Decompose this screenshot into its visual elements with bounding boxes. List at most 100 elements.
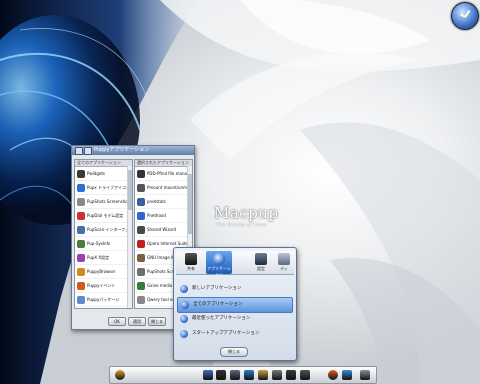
list-item[interactable]: Puppyパッケージ [75, 293, 132, 307]
firefox-icon[interactable] [328, 370, 338, 380]
app-icon [77, 267, 85, 276]
list-item[interactable]: PupDial モデム設定 [75, 209, 132, 223]
list-item-label: Pup-SysInfo [87, 241, 111, 246]
list-item-label: Opera Internet Suite [147, 241, 188, 246]
window-titlebar[interactable]: Puppyアプリケーション [72, 146, 194, 155]
printer-icon[interactable] [272, 370, 282, 380]
tab-share[interactable]: 共有 [178, 251, 204, 274]
list-item[interactable]: pnetstats [135, 195, 192, 209]
app-icon [77, 281, 85, 290]
list-item[interactable]: Pnethood [135, 209, 192, 223]
app-icon [77, 239, 85, 248]
app-icon [77, 295, 85, 304]
app-icon [77, 183, 85, 192]
menu-item-label: 全てのアプリケーション [193, 302, 243, 307]
tab-display[interactable]: ディ [276, 251, 292, 274]
brand-title: Macpup [214, 204, 279, 222]
camera-icon[interactable] [300, 370, 310, 380]
home-icon[interactable] [115, 370, 125, 380]
window-minimize-icon[interactable] [84, 147, 92, 155]
app-icon [137, 253, 145, 262]
list-item[interactable]: PupX X設定 [75, 251, 132, 265]
scroll-thumb[interactable] [188, 174, 192, 234]
ok-button[interactable]: OK [108, 317, 126, 326]
terminal-icon[interactable] [216, 370, 226, 380]
tab-label: アプリケーション [207, 266, 231, 277]
menu-close-button[interactable]: 閉じる [220, 347, 248, 357]
menu-tabbar: 共有 アプリケーション 設定 ディ [176, 251, 294, 277]
app-icon [77, 197, 85, 206]
share-icon [185, 253, 197, 265]
list-item-label: PDD-Pfind file manager [147, 171, 192, 176]
arrow-icon [180, 285, 188, 293]
menu-item-recent-apps[interactable]: 最近使ったアプリケーション [177, 312, 291, 326]
list-item-label: PupDial モデム設定 [87, 212, 124, 218]
network-icon[interactable] [244, 370, 254, 380]
list-item[interactable]: PDD-Pfind file manager [135, 167, 192, 181]
play-icon [213, 253, 225, 265]
app-icon [137, 239, 145, 248]
list-item-label: PuppyBrowser [87, 269, 116, 274]
list-item-label: Shared Wizard [147, 227, 176, 232]
tab-label: ディ [280, 266, 288, 271]
app-icon [137, 169, 145, 178]
all-apps-list[interactable]: 全てのアプリケーション Pwidgets Pupx ドライブアイコン PupShot… [74, 159, 133, 309]
list-item[interactable]: Pup-SysInfo [75, 237, 132, 251]
arrow-icon [180, 330, 188, 338]
tab-label: 設定 [257, 266, 265, 271]
clock-widget[interactable] [451, 2, 479, 30]
scroll-thumb[interactable] [128, 170, 132, 210]
list-item[interactable]: Puppyボッチーニ [75, 307, 132, 308]
list-item-label: Puppyパッケージ [87, 296, 120, 302]
all-apps-rows: Pwidgets Pupx ドライブアイコン PupShots Screenshot… [75, 167, 132, 308]
list-item-label: Pwidgets [87, 171, 105, 176]
close-button[interactable]: 閉じる [148, 317, 166, 326]
tab-label: 共有 [187, 266, 195, 271]
window-title: Puppyアプリケーション [94, 147, 150, 153]
list-item[interactable]: PupScan インターフェース [75, 223, 132, 237]
media-icon[interactable] [286, 370, 296, 380]
list-item[interactable]: Puppyイベント [75, 279, 132, 293]
list-item[interactable]: Pupx ドライブアイコン [75, 181, 132, 195]
app-icon [77, 169, 85, 178]
tab-applications[interactable]: アプリケーション [206, 251, 232, 277]
apply-button[interactable]: 適用 [128, 317, 146, 326]
list-item[interactable]: Pmount mount/unmount [135, 181, 192, 195]
monitor-icon[interactable] [230, 370, 240, 380]
selected-apps-header: 選択されたアプリケーション [135, 160, 192, 167]
list-item-label: PupX X設定 [87, 254, 110, 260]
list-item[interactable]: PuppyBrowser [75, 265, 132, 279]
list-item-label: PupShots Screenshot [87, 199, 130, 204]
folder-icon[interactable] [258, 370, 268, 380]
list-item-label: Pmount mount/unmount [147, 185, 192, 190]
list-item[interactable]: Pwidgets [75, 167, 132, 181]
dock [109, 366, 377, 384]
mail-icon[interactable] [342, 370, 352, 380]
menu-item-label: 新しいアプリケーション [192, 286, 242, 291]
all-apps-header: 全てのアプリケーション [75, 160, 132, 167]
display-icon [278, 253, 290, 265]
all-apps-scrollbar[interactable] [127, 166, 132, 308]
arrow-icon [181, 301, 189, 309]
menu-item-all-apps[interactable]: 全てのアプリケーション [177, 297, 293, 313]
menu-item-label: 最近使ったアプリケーション [192, 316, 251, 321]
app-icon [137, 183, 145, 192]
menu-item-new-apps[interactable]: 新しいアプリケーション [177, 282, 291, 296]
app-icon [137, 295, 145, 304]
list-item[interactable]: Shared Wizard [135, 223, 192, 237]
list-item-label: Puppyイベント [87, 282, 116, 288]
window-menu-icon[interactable] [75, 147, 83, 155]
app-icon [77, 211, 85, 220]
list-item-label: pnetstats [147, 199, 166, 204]
menu-item-label: スタートアップアプリケーション [192, 331, 260, 336]
app-icon [137, 267, 145, 276]
arrow-icon [180, 315, 188, 323]
app-icon [137, 225, 145, 234]
app-icon [137, 211, 145, 220]
tab-settings[interactable]: 設定 [248, 251, 274, 274]
app-icon [77, 225, 85, 234]
trash-icon[interactable] [360, 370, 370, 380]
apps-icon[interactable] [203, 370, 213, 380]
list-item[interactable]: PupShots Screenshot [75, 195, 132, 209]
menu-item-startup-apps[interactable]: スタートアップアプリケーション [177, 327, 291, 341]
